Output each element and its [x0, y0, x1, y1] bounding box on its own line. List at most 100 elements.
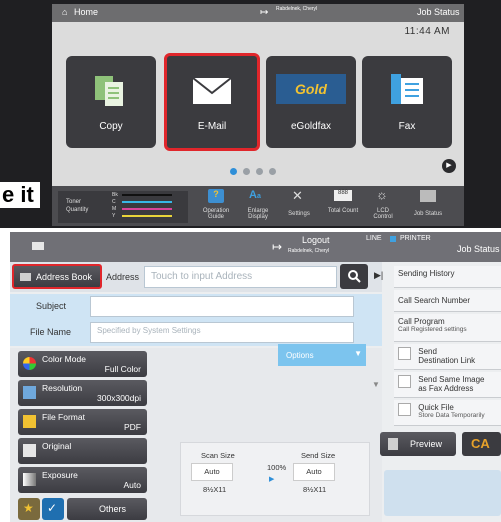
exposure-value: Auto	[123, 480, 142, 490]
gold-logo: Gold	[276, 74, 346, 104]
search-button[interactable]	[340, 264, 368, 289]
home-label[interactable]: Home	[74, 7, 98, 17]
address-book-label: Address Book	[36, 272, 93, 282]
search-icon	[348, 270, 361, 283]
chevron-down-icon: ▼	[354, 349, 362, 358]
exposure-icon	[23, 473, 36, 486]
logout-user[interactable]: Rabdelnek, Cheryl	[276, 6, 317, 12]
enlarge-icon[interactable]: Aa	[249, 189, 261, 201]
copy-tile[interactable]: Copy	[66, 56, 156, 148]
sending-history-item[interactable]: Sending History	[394, 266, 501, 288]
counter-icon[interactable]: 888	[334, 190, 352, 201]
send-same-image-label: Send Same Image	[418, 375, 485, 384]
home-screen-photo: ⌂ Home ↦ Rabdelnek, Cheryl Job Status 11…	[0, 0, 501, 228]
copy-label: Copy	[99, 121, 123, 132]
toner-bar-c	[122, 201, 172, 203]
side-panel-toggle[interactable]: ▶|	[374, 270, 383, 281]
brightness-icon[interactable]: ☼	[376, 187, 388, 202]
job-status-link[interactable]: Job Status	[417, 7, 460, 17]
address-book-button[interactable]: Address Book	[12, 264, 102, 289]
others-button[interactable]: Others	[67, 498, 147, 520]
wrench-icon[interactable]: ✕	[292, 188, 303, 204]
toner-bar-m	[122, 208, 172, 210]
resolution-button[interactable]: Resolution 300x300dpi	[18, 380, 147, 406]
quick-file-checkbox[interactable]	[398, 403, 411, 416]
resolution-value: 300x300dpi	[97, 393, 141, 403]
egoldfax-label: eGoldfax	[290, 121, 332, 132]
ratio-value: 100%	[267, 463, 287, 472]
exposure-button[interactable]: Exposure Auto	[18, 467, 147, 493]
egoldfax-tile[interactable]: Gold eGoldfax	[266, 56, 356, 148]
home-screen: ⌂ Home ↦ Rabdelnek, Cheryl Job Status 11…	[52, 4, 464, 226]
file-name-input[interactable]: Specified by System Settings	[90, 322, 354, 343]
scan-size-value: 8½X11	[203, 485, 227, 494]
scroll-down-arrow[interactable]: ▼	[372, 380, 380, 389]
enlarge-display-label: Enlarge Display	[247, 208, 269, 220]
quick-file-item[interactable]: Quick File Store Data Temporarily	[394, 400, 501, 426]
logout-icon[interactable]: ↦	[272, 240, 282, 254]
ca-button[interactable]: CA	[462, 432, 501, 456]
favorites-button[interactable]: ★	[18, 498, 40, 520]
resolution-label: Resolution	[42, 383, 83, 393]
printer-status-icon	[390, 236, 396, 242]
toner-bar-y	[122, 215, 172, 217]
envelope-icon	[192, 77, 232, 104]
next-page-button[interactable]: ▶	[442, 159, 456, 173]
page-dot[interactable]	[269, 168, 276, 175]
call-search-number-item[interactable]: Call Search Number	[394, 290, 501, 312]
fax-tile[interactable]: Fax	[362, 56, 452, 148]
send-destination-link-checkbox[interactable]	[398, 347, 411, 360]
send-destination-link-item[interactable]: Send Destination Link	[394, 344, 501, 370]
scan-size-label: Scan Size	[201, 451, 235, 460]
logout-icon[interactable]: ↦	[260, 7, 268, 18]
home-bottom-bar: Toner Quantity Bk C M Y ? Operation Guid…	[52, 186, 464, 226]
preview-icon	[388, 438, 398, 450]
send-same-image-item[interactable]: Send Same Image as Fax Address	[394, 372, 501, 398]
arrow-right-icon: ▶	[269, 476, 275, 483]
page-dot[interactable]	[256, 168, 263, 175]
file-format-icon	[23, 415, 36, 428]
quick-file-label: Quick File	[418, 403, 454, 412]
page-dot[interactable]	[243, 168, 250, 175]
toner-bk: Bk	[112, 192, 118, 198]
check-button[interactable]: ✓	[42, 498, 64, 520]
call-program-item[interactable]: Call Program Call Registered settings	[394, 314, 501, 342]
printer-icon[interactable]	[420, 190, 436, 202]
file-name-label: File Name	[30, 327, 72, 337]
subject-input[interactable]	[90, 296, 354, 317]
preview-button[interactable]: Preview	[380, 432, 456, 456]
email-screen: ↦ Logout Rabdelnek, Cheryl LINE PRINTER …	[10, 232, 501, 522]
options-tab[interactable]: Options ▼	[278, 344, 366, 366]
send-size-mode[interactable]: Auto	[293, 463, 335, 481]
home-icon[interactable]: ⌂	[62, 7, 67, 17]
logout-button[interactable]: Logout	[302, 235, 330, 245]
copy-icon	[95, 76, 123, 106]
email-tile[interactable]: E-Mail	[164, 53, 260, 151]
color-mode-icon	[23, 357, 36, 370]
operation-guide-label: Operation Guide	[202, 208, 230, 220]
page-dot[interactable]	[230, 168, 237, 175]
fax-icon	[391, 74, 423, 104]
scan-size-mode[interactable]: Auto	[191, 463, 233, 481]
help-icon[interactable]: ?	[208, 189, 224, 203]
ca-label: CA	[471, 436, 490, 451]
toner-sublabel: Quantity	[66, 207, 89, 213]
send-destination-link-label: Send	[418, 347, 437, 356]
check-icon: ✓	[47, 501, 58, 515]
color-mode-value: Full Color	[104, 364, 141, 374]
file-format-button[interactable]: File Format PDF	[18, 409, 147, 435]
start-button[interactable]	[384, 470, 501, 516]
job-status-link[interactable]: Job Status	[457, 244, 500, 254]
color-mode-button[interactable]: Color Mode Full Color	[18, 351, 147, 377]
send-destination-link-sub: Destination Link	[418, 356, 476, 365]
quick-file-sub: Store Data Temporarily	[418, 412, 485, 419]
send-same-image-checkbox[interactable]	[398, 375, 411, 388]
line-label: LINE	[366, 235, 382, 242]
address-input[interactable]: Touch to input Address	[144, 266, 337, 288]
printer-label: PRINTER	[400, 235, 431, 242]
exposure-label: Exposure	[42, 470, 78, 480]
original-button[interactable]: Original	[18, 438, 147, 464]
send-size-value: 8½X11	[303, 485, 327, 494]
email-label: E-Mail	[197, 121, 227, 132]
address-book-icon	[20, 273, 31, 281]
